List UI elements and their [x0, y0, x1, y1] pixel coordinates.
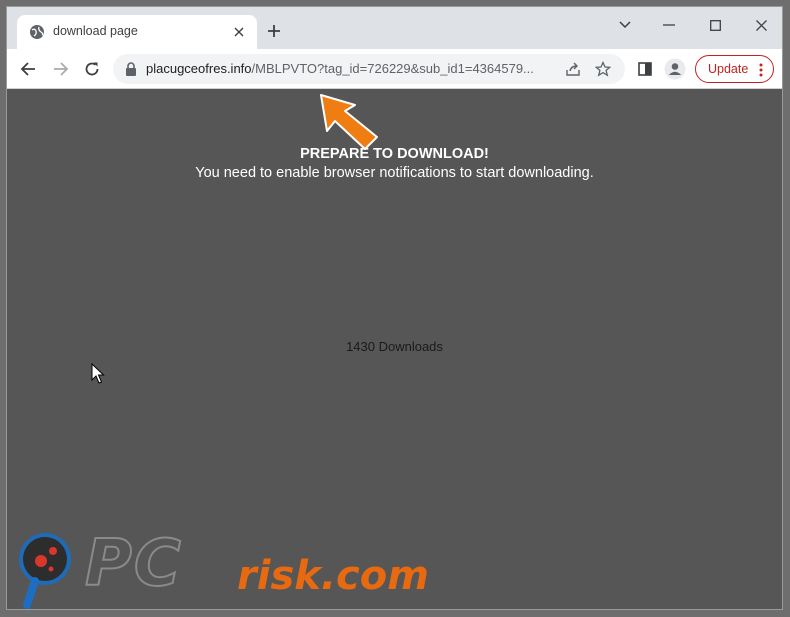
share-icon[interactable]: [563, 59, 583, 79]
watermark-pc: PC: [84, 526, 183, 602]
url-path: /MBLPVTO?tag_id=726229&sub_id1=4364579..…: [251, 61, 534, 76]
address-bar[interactable]: placugceofres.info/MBLPVTO?tag_id=726229…: [113, 54, 625, 84]
minimize-icon[interactable]: [649, 11, 689, 39]
url-text[interactable]: placugceofres.info/MBLPVTO?tag_id=726229…: [146, 61, 551, 76]
mouse-cursor-icon: [91, 363, 105, 384]
update-button[interactable]: Update: [695, 55, 774, 83]
page-headline: PREPARE TO DOWNLOAD!: [300, 146, 489, 162]
url-host: placugceofres.info: [146, 61, 252, 76]
reload-icon[interactable]: [78, 55, 106, 83]
magnifier-logo-icon: [19, 533, 71, 609]
tab-download-page[interactable]: download page: [17, 15, 257, 49]
lock-icon[interactable]: [125, 62, 137, 76]
browser-window: download page placugceofres.info/MBLPVTO…: [6, 6, 783, 610]
back-icon[interactable]: [14, 55, 42, 83]
bookmark-star-icon[interactable]: [593, 59, 613, 79]
globe-icon: [30, 25, 44, 39]
close-tab-icon[interactable]: [229, 22, 249, 42]
page-content: PREPARE TO DOWNLOAD! You need to enable …: [7, 89, 782, 609]
maximize-icon[interactable]: [695, 11, 735, 39]
tab-search-icon[interactable]: [605, 11, 645, 39]
watermark: PC risk.com: [7, 519, 782, 609]
watermark-risk: risk.com: [237, 553, 429, 599]
profile-avatar-icon[interactable]: [663, 57, 687, 81]
forward-icon[interactable]: [47, 55, 75, 83]
tab-strip: download page: [7, 7, 782, 49]
toolbar: placugceofres.info/MBLPVTO?tag_id=726229…: [7, 49, 782, 89]
tab-title: download page: [53, 24, 138, 38]
kebab-menu-icon[interactable]: [755, 62, 767, 78]
update-label: Update: [708, 62, 749, 76]
pointer-arrow-icon: [320, 94, 378, 150]
download-counter: 1430 Downloads: [346, 339, 443, 354]
page-subline: You need to enable browser notifications…: [195, 165, 594, 181]
new-tab-icon[interactable]: [263, 20, 285, 42]
side-panel-icon[interactable]: [633, 57, 657, 81]
close-window-icon[interactable]: [741, 11, 781, 39]
